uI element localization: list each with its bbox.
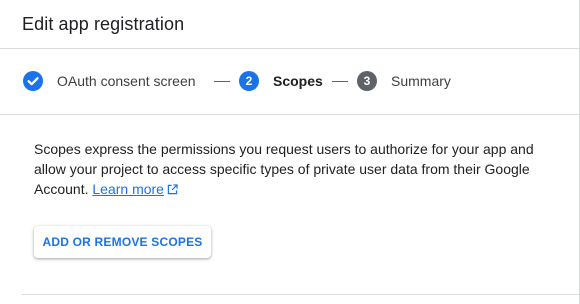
step-connector bbox=[332, 81, 348, 82]
step-scopes[interactable]: 2 Scopes bbox=[239, 71, 323, 91]
edit-app-registration-page: Edit app registration OAuth consent scre… bbox=[0, 0, 580, 304]
step-summary[interactable]: 3 Summary bbox=[357, 71, 451, 91]
page-title: Edit app registration bbox=[22, 14, 185, 34]
page-header: Edit app registration bbox=[0, 0, 580, 49]
step-oauth-consent-screen[interactable]: OAuth consent screen bbox=[23, 71, 196, 91]
step-label-scopes: Scopes bbox=[273, 73, 323, 89]
step-label-oauth-consent-screen: OAuth consent screen bbox=[57, 73, 196, 89]
step-number-badge: 2 bbox=[239, 71, 259, 91]
step-number-badge: 3 bbox=[357, 71, 377, 91]
learn-more-label: Learn more bbox=[92, 181, 164, 197]
step-label-summary: Summary bbox=[391, 73, 451, 89]
scopes-description: Scopes express the permissions you reque… bbox=[34, 139, 534, 200]
section-divider bbox=[22, 294, 580, 295]
scopes-section: Scopes express the permissions you reque… bbox=[34, 139, 534, 200]
check-circle-icon bbox=[23, 71, 43, 91]
learn-more-link[interactable]: Learn more bbox=[92, 181, 164, 197]
registration-stepper: OAuth consent screen 2 Scopes 3 Summary bbox=[0, 49, 580, 115]
step-connector bbox=[214, 81, 230, 82]
external-link-icon bbox=[167, 180, 178, 200]
add-or-remove-scopes-button[interactable]: ADD OR REMOVE SCOPES bbox=[34, 226, 211, 258]
